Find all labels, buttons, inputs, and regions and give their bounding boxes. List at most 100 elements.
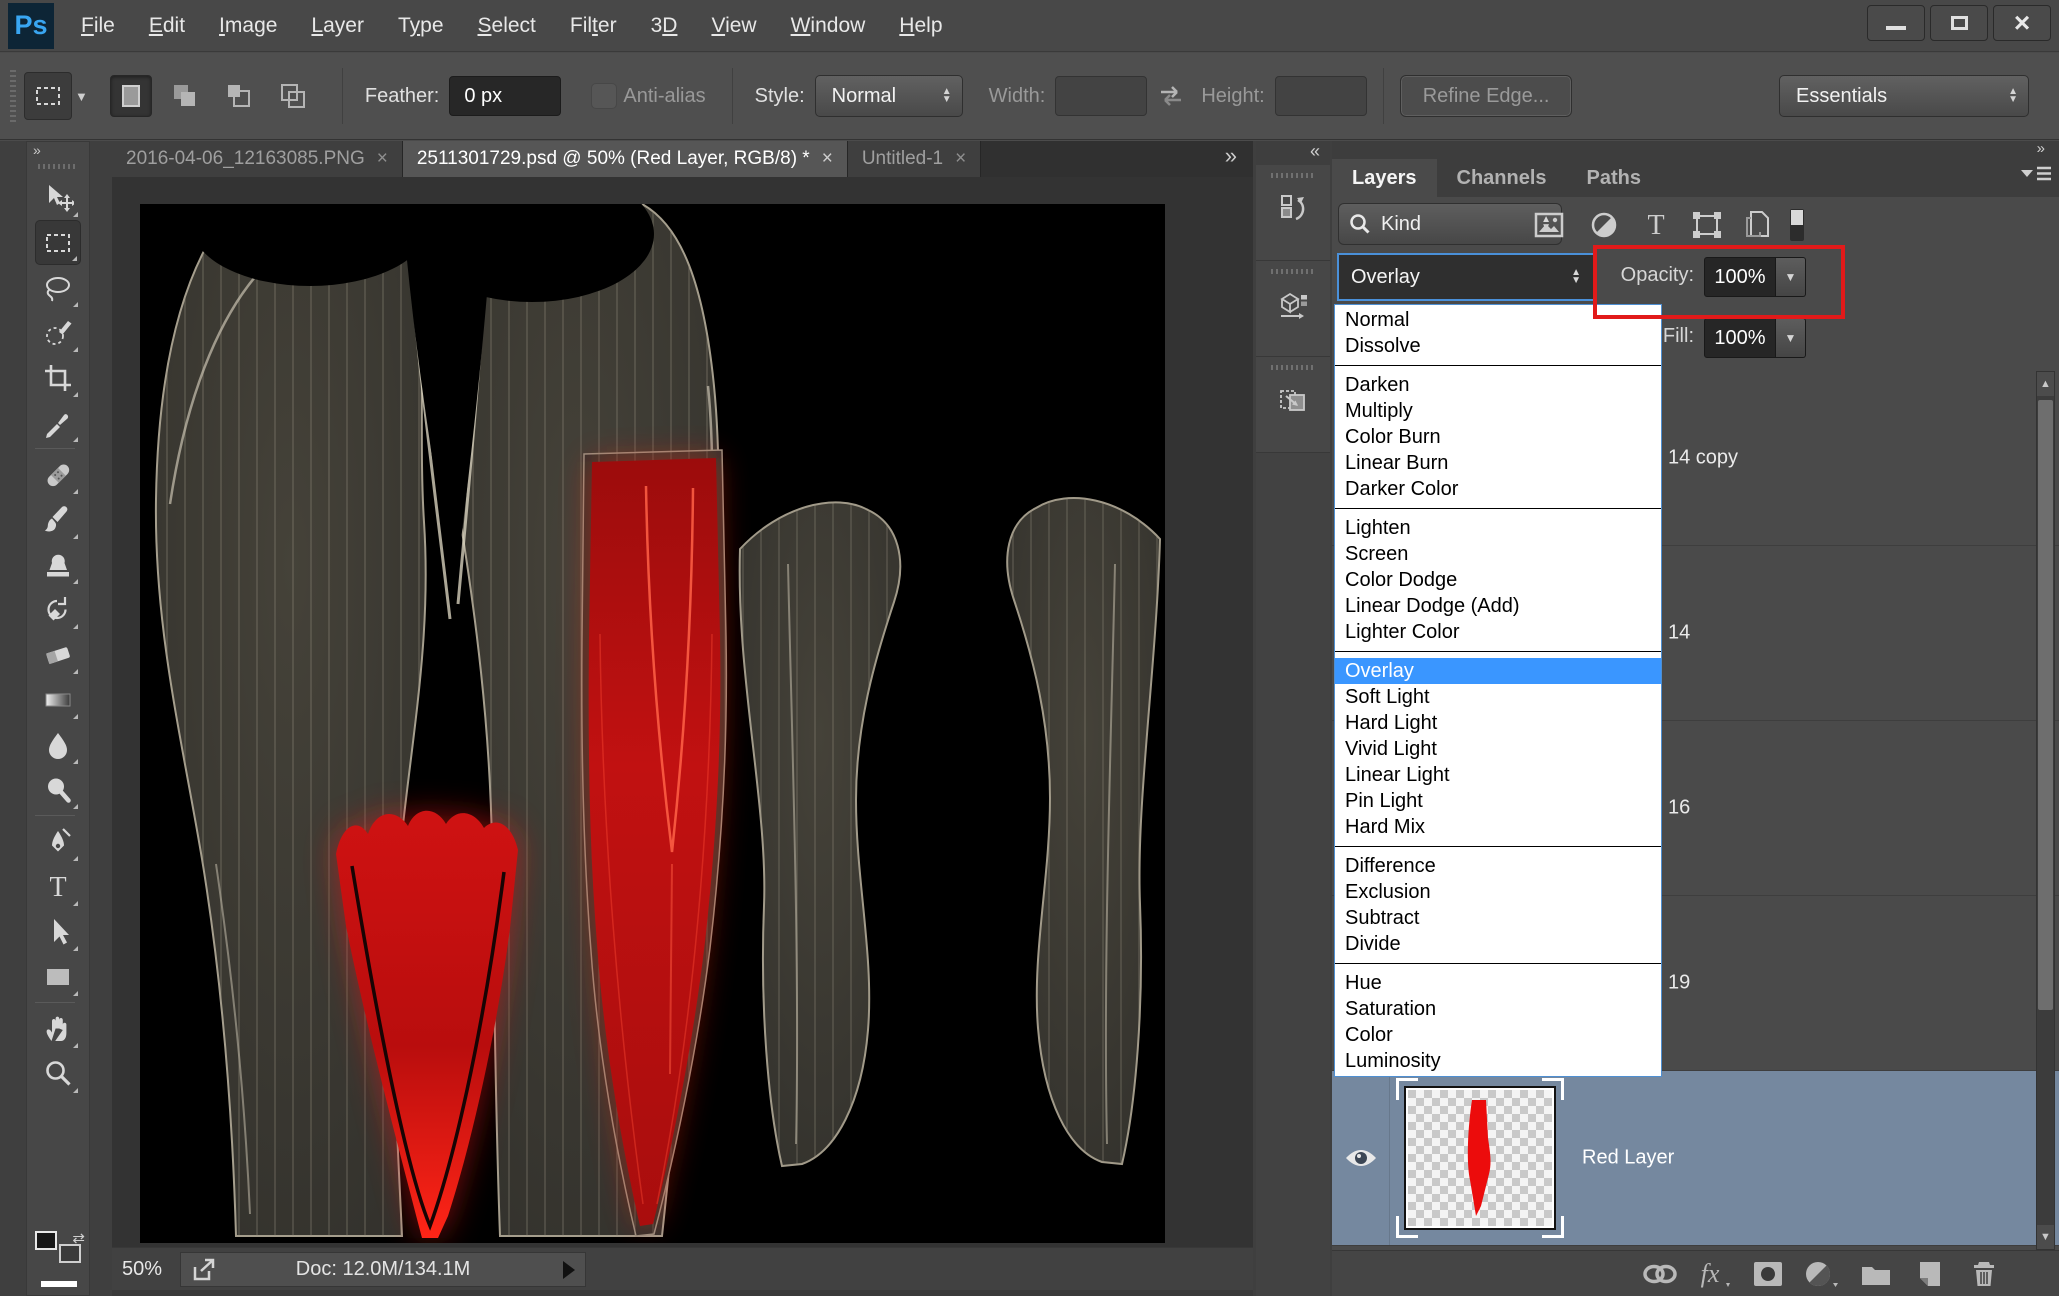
close-button[interactable]: × xyxy=(1993,5,2051,41)
fill-value[interactable]: 100% xyxy=(1704,318,1776,358)
filter-smart-objects-icon[interactable] xyxy=(1738,207,1778,243)
history-panel-button[interactable] xyxy=(1256,165,1330,261)
toolbar-collapse-icon[interactable]: » xyxy=(27,142,89,162)
blend-mode-option[interactable]: Linear Dodge (Add) xyxy=(1335,593,1661,619)
status-arrow-icon[interactable] xyxy=(563,1261,575,1279)
document-canvas[interactable] xyxy=(140,204,1165,1243)
blend-mode-option[interactable]: Color Burn xyxy=(1335,424,1661,450)
blend-mode-option[interactable]: Soft Light xyxy=(1335,684,1661,710)
width-input[interactable] xyxy=(1055,76,1147,116)
blend-mode-option[interactable]: Lighter Color xyxy=(1335,619,1661,645)
filter-type-layers-icon[interactable]: T xyxy=(1636,207,1676,243)
foreground-color-swatch[interactable] xyxy=(35,1231,57,1250)
height-input[interactable] xyxy=(1275,76,1367,116)
tab-close-icon[interactable]: × xyxy=(822,148,833,170)
quick-mask-button[interactable] xyxy=(41,1281,77,1287)
blend-mode-option[interactable]: Hard Mix xyxy=(1335,814,1661,840)
eraser-tool[interactable] xyxy=(35,632,81,677)
blend-mode-option[interactable]: Hue xyxy=(1335,970,1661,996)
minimize-button[interactable] xyxy=(1867,5,1925,41)
blend-mode-select[interactable]: Overlay ▲▼ xyxy=(1338,254,1594,300)
blend-mode-option[interactable]: Pin Light xyxy=(1335,788,1661,814)
crop-tool[interactable] xyxy=(35,355,81,400)
layer-name[interactable]: 14 copy xyxy=(1668,447,1738,470)
blend-mode-option[interactable]: Divide xyxy=(1335,931,1661,957)
blend-mode-option[interactable]: Darken xyxy=(1335,372,1661,398)
3d-panel-button[interactable] xyxy=(1256,261,1330,357)
menu-edit[interactable]: Edit xyxy=(132,14,202,38)
swap-dimensions-icon[interactable] xyxy=(1157,84,1185,108)
menu-3d[interactable]: 3D xyxy=(634,14,695,38)
new-layer-icon[interactable] xyxy=(1910,1257,1950,1291)
blend-mode-option[interactable]: Difference xyxy=(1335,853,1661,879)
blend-mode-option[interactable]: Color Dodge xyxy=(1335,567,1661,593)
clone-stamp-tool[interactable] xyxy=(35,542,81,587)
panel-tab-paths[interactable]: Paths xyxy=(1567,159,1661,197)
zoom-level[interactable]: 50% xyxy=(112,1258,180,1281)
blend-mode-option[interactable]: Darker Color xyxy=(1335,476,1661,502)
menu-layer[interactable]: Layer xyxy=(294,14,381,38)
menu-window[interactable]: Window xyxy=(774,14,883,38)
opacity-value[interactable]: 100% xyxy=(1704,257,1776,297)
layer-style-icon[interactable]: fx xyxy=(1694,1257,1734,1291)
subtract-from-selection-button[interactable] xyxy=(218,75,260,117)
gradient-tool[interactable] xyxy=(35,677,81,722)
tab-close-icon[interactable]: × xyxy=(955,148,966,170)
blend-mode-option[interactable]: Lighten xyxy=(1335,515,1661,541)
canvas-viewport[interactable] xyxy=(112,177,1253,1247)
blend-mode-option[interactable]: Overlay xyxy=(1335,658,1661,684)
current-tool-button[interactable] xyxy=(24,72,72,120)
panel-tab-layers[interactable]: Layers xyxy=(1332,159,1437,197)
refine-edge-button[interactable]: Refine Edge... xyxy=(1400,75,1573,117)
options-grip[interactable] xyxy=(10,70,16,122)
layer-thumbnail[interactable] xyxy=(1400,1082,1560,1234)
history-brush-tool[interactable] xyxy=(35,587,81,632)
intersect-selection-button[interactable] xyxy=(272,75,314,117)
blend-mode-option[interactable]: Subtract xyxy=(1335,905,1661,931)
clone-source-panel-button[interactable] xyxy=(1256,357,1330,453)
document-tab[interactable]: 2511301729.psd @ 50% (Red Layer, RGB/8) … xyxy=(403,141,848,177)
anti-alias-checkbox[interactable] xyxy=(591,83,617,109)
hand-tool[interactable] xyxy=(35,1006,81,1051)
style-select[interactable]: Normal ▲▼ xyxy=(815,75,963,117)
color-swatches[interactable]: ⇄ xyxy=(35,1231,83,1265)
panel-group-collapse-icon[interactable]: » xyxy=(1332,141,2059,159)
document-tab[interactable]: 2016-04-06_12163085.PNG× xyxy=(112,141,403,177)
tab-close-icon[interactable]: × xyxy=(377,148,388,170)
lasso-tool[interactable] xyxy=(35,265,81,310)
layer-name[interactable]: 19 xyxy=(1668,972,1690,995)
menu-file[interactable]: File xyxy=(64,14,132,38)
brush-tool[interactable] xyxy=(35,497,81,542)
tab-overflow-icon[interactable]: » xyxy=(1225,141,1253,177)
scroll-up-icon[interactable]: ▲ xyxy=(2037,372,2054,396)
layer-row[interactable]: Red Layer xyxy=(1332,1071,2059,1246)
layer-name[interactable]: Red Layer xyxy=(1582,1147,1674,1170)
blend-mode-option[interactable]: Vivid Light xyxy=(1335,736,1661,762)
filter-shape-layers-icon[interactable] xyxy=(1687,207,1727,243)
link-layers-icon[interactable] xyxy=(1640,1257,1680,1291)
move-tool[interactable] xyxy=(35,175,81,220)
filter-toggle-switch[interactable] xyxy=(1782,207,1812,243)
path-selection-tool[interactable] xyxy=(35,909,81,954)
panel-menu-icon[interactable] xyxy=(2019,165,2053,183)
panel-tab-channels[interactable]: Channels xyxy=(1437,159,1567,197)
layer-name[interactable]: 14 xyxy=(1668,622,1690,645)
blend-mode-option[interactable]: Hard Light xyxy=(1335,710,1661,736)
doc-info-box[interactable]: Doc: 12.0M/134.1M xyxy=(180,1252,586,1287)
menu-select[interactable]: Select xyxy=(461,14,553,38)
scroll-down-icon[interactable]: ▼ xyxy=(2037,1225,2054,1249)
new-selection-button[interactable] xyxy=(110,75,152,117)
blend-mode-option[interactable]: Screen xyxy=(1335,541,1661,567)
add-to-selection-button[interactable] xyxy=(164,75,206,117)
blend-mode-option[interactable]: Color xyxy=(1335,1022,1661,1048)
menu-filter[interactable]: Filter xyxy=(553,14,634,38)
rectangle-tool[interactable] xyxy=(35,954,81,999)
blend-mode-option[interactable]: Multiply xyxy=(1335,398,1661,424)
document-tab[interactable]: Untitled-1× xyxy=(848,141,981,177)
menu-type[interactable]: Type xyxy=(381,14,461,38)
blend-mode-option[interactable]: Linear Light xyxy=(1335,762,1661,788)
dodge-tool[interactable] xyxy=(35,767,81,812)
pen-tool[interactable] xyxy=(35,819,81,864)
layer-visibility-toggle[interactable] xyxy=(1332,1071,1390,1245)
layer-mask-icon[interactable] xyxy=(1748,1257,1788,1291)
